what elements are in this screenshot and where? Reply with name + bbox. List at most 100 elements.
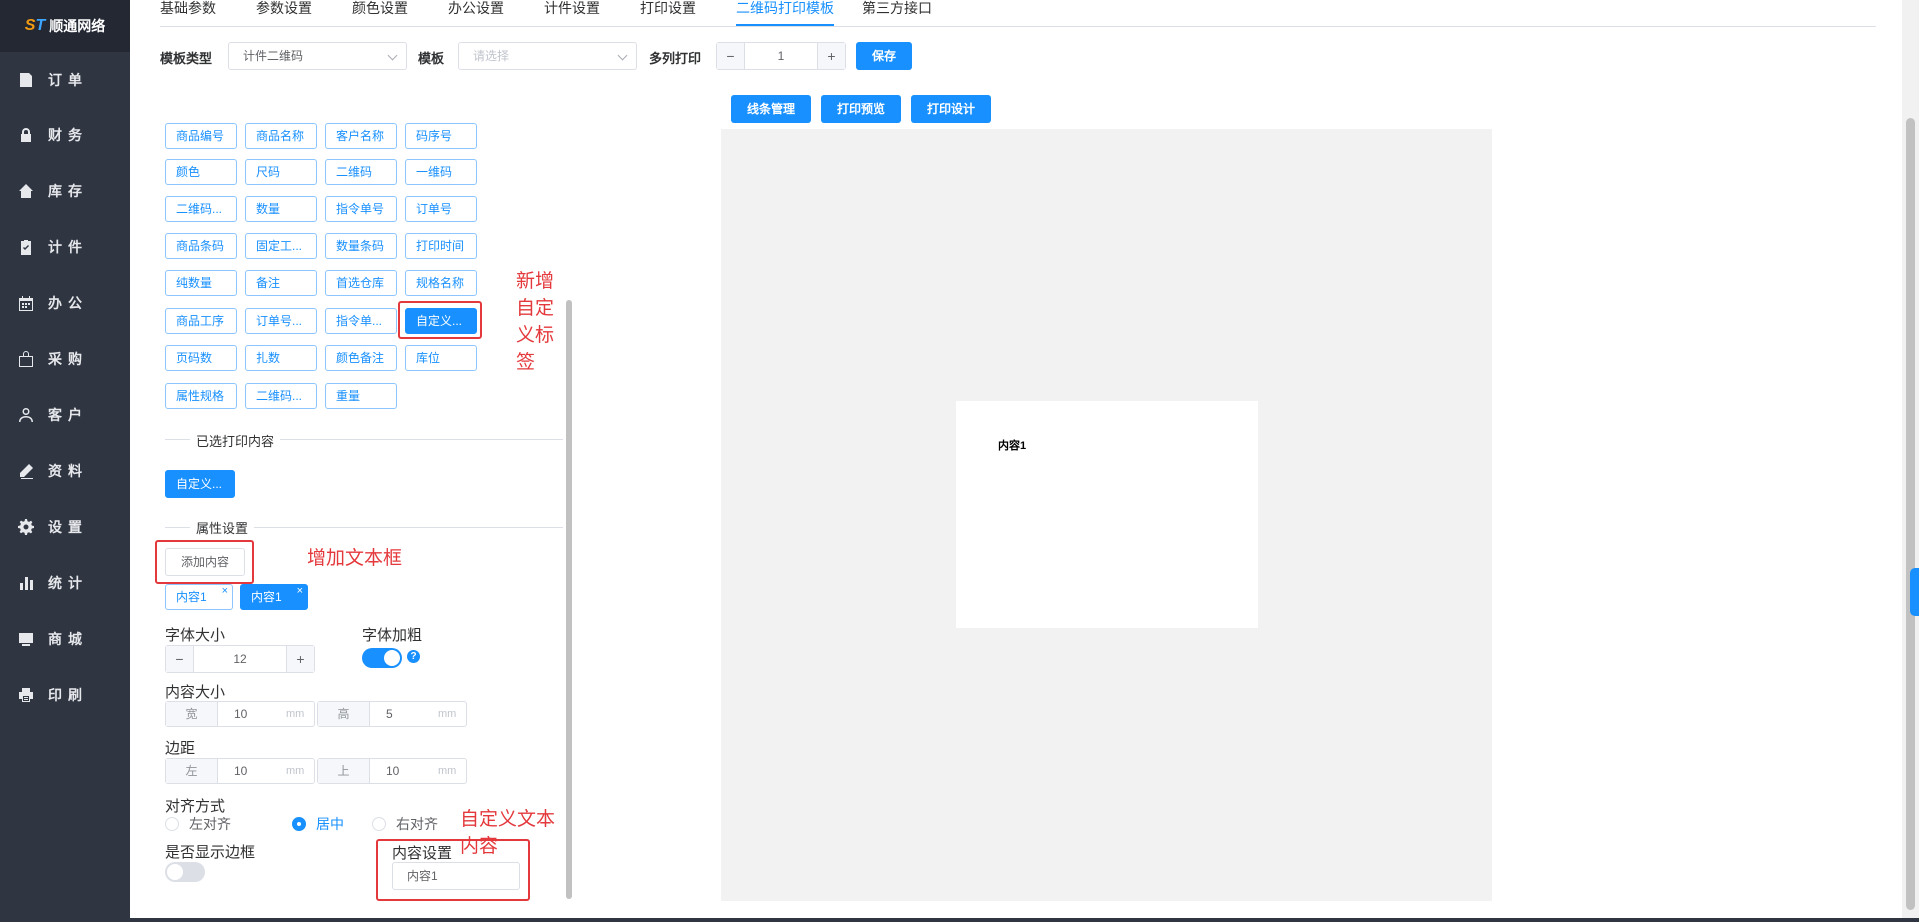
- radio-label: 左对齐: [189, 816, 231, 832]
- align-center-radio[interactable]: 居中: [292, 814, 344, 834]
- field-chip[interactable]: 扎数: [245, 345, 317, 371]
- selected-chip[interactable]: 自定义...: [165, 470, 235, 498]
- margin-left-value[interactable]: 10: [218, 759, 286, 783]
- field-chip[interactable]: 纯数量: [165, 270, 237, 296]
- multi-print-value[interactable]: 1: [745, 43, 817, 69]
- sidebar-item-printing[interactable]: 印刷: [0, 675, 130, 715]
- field-chip[interactable]: 订单号...: [245, 308, 317, 334]
- field-chip[interactable]: 指令单...: [325, 308, 397, 334]
- sidebar-item-mall[interactable]: 商城: [0, 619, 130, 659]
- margin-top-unit: mm: [438, 765, 457, 777]
- align-right-radio[interactable]: 右对齐: [372, 814, 438, 834]
- font-size-increment[interactable]: +: [286, 646, 314, 672]
- field-chip[interactable]: 商品条码: [165, 233, 237, 259]
- page-scrollbar[interactable]: [1902, 0, 1919, 922]
- field-chip[interactable]: 备注: [245, 270, 317, 296]
- tab-third-party[interactable]: 第三方接口: [862, 0, 932, 26]
- margin-left-input[interactable]: 左 10 mm: [165, 758, 315, 784]
- content-setting-input[interactable]: 内容1: [392, 862, 520, 890]
- content-tag-active[interactable]: 内容1 ×: [240, 584, 308, 610]
- sidebar-item-statistics[interactable]: 统计: [0, 563, 130, 603]
- field-chip[interactable]: 数量条码: [325, 233, 397, 259]
- field-chip[interactable]: 颜色备注: [325, 345, 397, 371]
- close-icon[interactable]: ×: [222, 579, 228, 603]
- template-type-select[interactable]: 计件二维码: [228, 42, 407, 70]
- print-preview-button[interactable]: 打印预览: [821, 95, 901, 123]
- tab-piecework-settings[interactable]: 计件设置: [544, 0, 600, 26]
- close-icon[interactable]: ×: [297, 579, 303, 603]
- tab-qrcode-template[interactable]: 二维码打印模板: [736, 0, 834, 26]
- field-chip[interactable]: 商品名称: [245, 123, 317, 149]
- sidebar-item-piecework[interactable]: 计件: [0, 227, 130, 267]
- field-chip[interactable]: 规格名称: [405, 270, 477, 296]
- sidebar-item-settings[interactable]: 设置: [0, 507, 130, 547]
- field-chip[interactable]: 库位: [405, 345, 477, 371]
- canvas-text-element[interactable]: 内容1: [998, 437, 1026, 453]
- tab-office-settings[interactable]: 办公设置: [448, 0, 504, 26]
- selected-section-title: 已选打印内容: [190, 431, 281, 450]
- multi-print-increment[interactable]: +: [817, 43, 845, 69]
- width-prefix: 宽: [166, 702, 218, 726]
- settings-panel: 商品编号 商品名称 客户名称 码序号 颜色 尺码 二维码 一维码 二维码... …: [155, 123, 572, 902]
- field-chip[interactable]: 属性规格: [165, 383, 237, 409]
- field-chip[interactable]: 打印时间: [405, 233, 477, 259]
- field-chip[interactable]: 码序号: [405, 123, 477, 149]
- sidebar-item-customer[interactable]: 客户: [0, 395, 130, 435]
- show-border-toggle[interactable]: [165, 862, 205, 882]
- font-size-decrement[interactable]: −: [166, 646, 194, 672]
- field-chip[interactable]: 数量: [245, 196, 317, 222]
- tab-param-settings[interactable]: 参数设置: [256, 0, 312, 26]
- field-chip[interactable]: 指令单号: [325, 196, 397, 222]
- sidebar-item-finance[interactable]: 财务: [0, 115, 130, 155]
- content-width-input[interactable]: 宽 10 mm: [165, 701, 315, 727]
- tab-color-settings[interactable]: 颜色设置: [352, 0, 408, 26]
- field-chip[interactable]: 商品工序: [165, 308, 237, 334]
- field-chip[interactable]: 重量: [325, 383, 397, 409]
- align-left-radio[interactable]: 左对齐: [165, 814, 231, 834]
- content-height-input[interactable]: 高 5 mm: [317, 701, 467, 727]
- field-chip[interactable]: 颜色: [165, 159, 237, 185]
- sidebar-item-data[interactable]: 资料: [0, 451, 130, 491]
- multi-print-decrement[interactable]: −: [717, 43, 745, 69]
- font-bold-toggle[interactable]: [362, 648, 402, 668]
- order-icon: [20, 73, 32, 87]
- template-select[interactable]: 请选择: [458, 42, 637, 70]
- field-chip[interactable]: 二维码...: [165, 196, 237, 222]
- sidebar-item-inventory[interactable]: 库存: [0, 171, 130, 211]
- save-button[interactable]: 保存: [856, 42, 912, 70]
- sidebar-item-office[interactable]: 办公: [0, 283, 130, 323]
- add-content-button[interactable]: 添加内容: [165, 548, 245, 576]
- field-chip[interactable]: 首选仓库: [325, 270, 397, 296]
- panel-scrollbar[interactable]: [566, 300, 572, 899]
- label-canvas[interactable]: 内容1: [956, 401, 1258, 628]
- field-chip[interactable]: 固定工...: [245, 233, 317, 259]
- bottom-bar: [130, 918, 1919, 922]
- field-chip[interactable]: 客户名称: [325, 123, 397, 149]
- field-chip[interactable]: 订单号: [405, 196, 477, 222]
- help-icon[interactable]: ?: [407, 650, 420, 663]
- field-chip[interactable]: 尺码: [245, 159, 317, 185]
- brand-logo[interactable]: ST 顺通网络: [0, 0, 130, 52]
- field-chip[interactable]: 一维码: [405, 159, 477, 185]
- sidebar-item-purchase[interactable]: 采购: [0, 339, 130, 379]
- side-widget-tab[interactable]: [1910, 568, 1919, 616]
- tab-basic-params[interactable]: 基础参数: [160, 0, 216, 26]
- height-value[interactable]: 5: [370, 702, 438, 726]
- field-chip[interactable]: 页码数: [165, 345, 237, 371]
- font-size-stepper[interactable]: − 12 +: [165, 645, 315, 673]
- sidebar-item-order[interactable]: 订单: [0, 60, 130, 100]
- margin-top-value[interactable]: 10: [370, 759, 438, 783]
- font-size-value[interactable]: 12: [194, 646, 286, 672]
- print-design-button[interactable]: 打印设计: [911, 95, 991, 123]
- tab-print-settings[interactable]: 打印设置: [640, 0, 696, 26]
- field-chip[interactable]: 二维码...: [245, 383, 317, 409]
- multi-print-stepper[interactable]: − 1 +: [716, 42, 846, 70]
- field-chip[interactable]: 二维码: [325, 159, 397, 185]
- field-chip[interactable]: 商品编号: [165, 123, 237, 149]
- content-tag[interactable]: 内容1 ×: [165, 584, 233, 610]
- margin-top-input[interactable]: 上 10 mm: [317, 758, 467, 784]
- scrollbar-thumb[interactable]: [1906, 118, 1915, 910]
- template-placeholder: 请选择: [473, 49, 510, 63]
- line-manage-button[interactable]: 线条管理: [731, 95, 811, 123]
- width-value[interactable]: 10: [218, 702, 286, 726]
